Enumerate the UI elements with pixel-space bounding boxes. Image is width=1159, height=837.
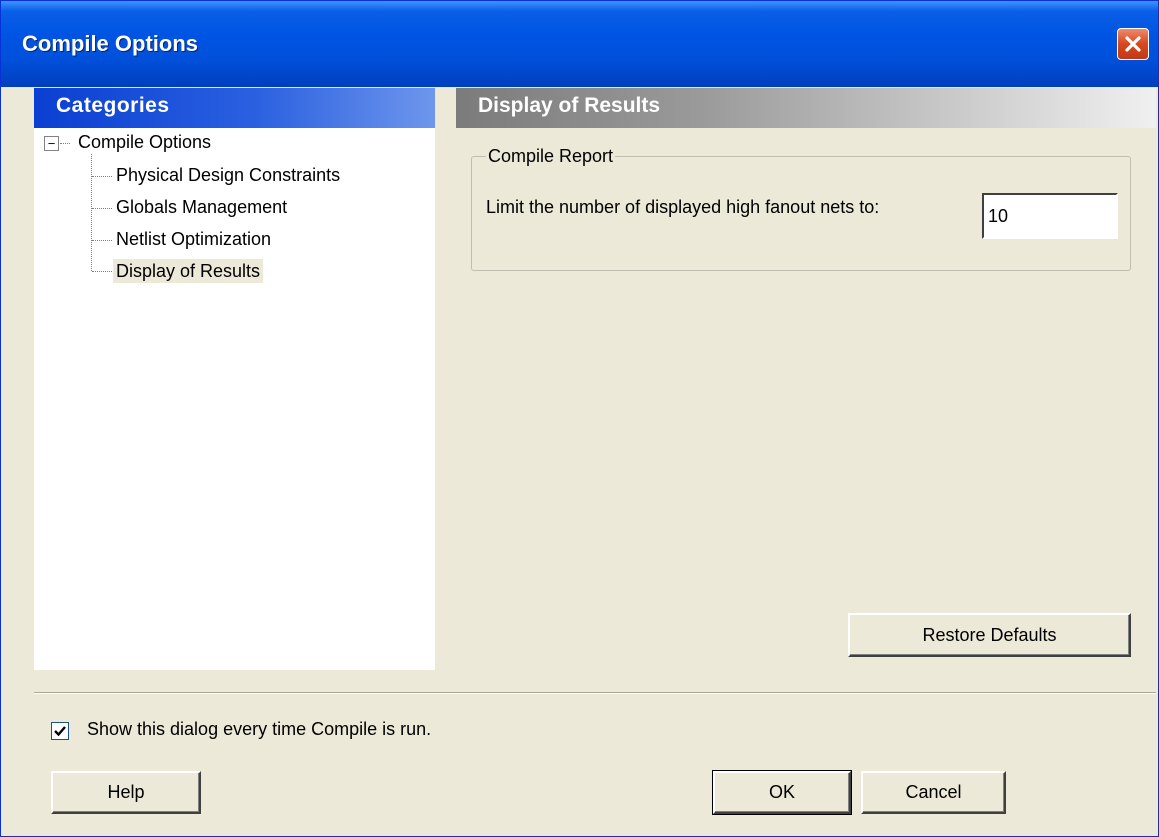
tree-item-netlist-optimization[interactable]: Netlist Optimization	[116, 227, 271, 251]
close-icon	[1125, 36, 1141, 52]
categories-header-label: Categories	[56, 94, 170, 117]
separator	[34, 692, 1156, 694]
section-title: Display of Results	[478, 94, 661, 117]
limit-label: Limit the number of displayed high fanou…	[486, 197, 880, 217]
tree-connector	[60, 143, 70, 144]
show-dialog-checkbox[interactable]	[51, 722, 69, 740]
fanout-limit-input[interactable]	[982, 193, 1118, 239]
ok-button[interactable]: OK	[712, 770, 852, 815]
cancel-button[interactable]: Cancel	[861, 771, 1006, 814]
show-dialog-label[interactable]: Show this dialog every time Compile is r…	[87, 719, 431, 740]
categories-header: Categories	[34, 88, 435, 128]
categories-panel: Categories − Compile Options Physical De…	[34, 88, 435, 670]
tree-connector	[92, 240, 112, 241]
tree-connector	[91, 154, 92, 271]
restore-defaults-button[interactable]: Restore Defaults	[848, 613, 1131, 657]
tree-connector	[92, 208, 112, 209]
close-button[interactable]	[1117, 28, 1149, 60]
help-button[interactable]: Help	[51, 771, 201, 814]
tree-connector	[92, 271, 112, 272]
tree-item-display-of-results[interactable]: Display of Results	[113, 259, 264, 283]
title-bar[interactable]: Compile Options	[1, 1, 1158, 87]
tree-expander-minus-icon[interactable]: −	[44, 136, 59, 151]
window-title: Compile Options	[22, 31, 198, 56]
tree-connector	[92, 176, 112, 177]
compile-options-dialog: Compile Options Categories − Compile Opt…	[0, 0, 1159, 837]
section-header: Display of Results	[456, 88, 1156, 128]
tree-item-globals-management[interactable]: Globals Management	[116, 195, 287, 219]
tree-item-physical-design-constraints[interactable]: Physical Design Constraints	[116, 163, 340, 187]
tree-root-compile-options[interactable]: Compile Options	[78, 130, 211, 154]
group-title: Compile Report	[486, 144, 616, 168]
compile-report-group: Compile Report Limit the number of displ…	[471, 144, 1131, 271]
checkmark-icon	[54, 726, 66, 737]
